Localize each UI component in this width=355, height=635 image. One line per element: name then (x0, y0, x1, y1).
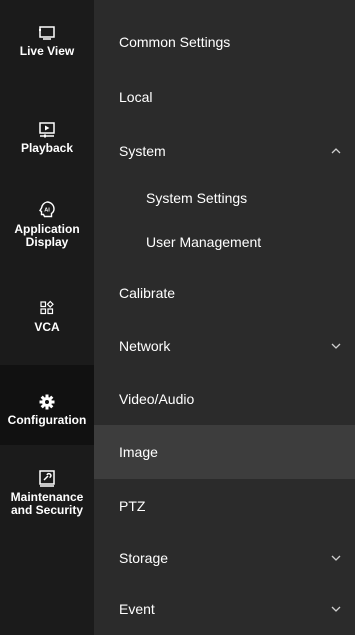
menu-item-label: Image (119, 444, 158, 460)
menu-item-local[interactable]: Local (94, 70, 355, 124)
nav-label-live-view: Live View (19, 44, 75, 58)
menu-item-network[interactable]: Network (94, 319, 355, 373)
chevron-down-icon[interactable] (329, 602, 343, 616)
maintenance-icon (36, 470, 58, 488)
menu-item-label: Storage (119, 550, 169, 566)
menu-item-event[interactable]: Event (94, 582, 355, 635)
menu-item-label: System Settings (146, 190, 248, 206)
menu-item-video-audio[interactable]: Video/Audio (94, 372, 355, 426)
vca-grid-icon (36, 300, 58, 318)
gear-icon (36, 393, 58, 411)
menu-item-ptz[interactable]: PTZ (94, 479, 355, 533)
menu-item-label: PTZ (119, 498, 146, 514)
menu-item-label: Event (119, 601, 155, 617)
menu-item-image[interactable]: Image (94, 425, 355, 479)
app-window: Live View Playback AI Application Displa… (0, 0, 355, 635)
configuration-submenu: Common Settings Local System System Sett… (94, 0, 355, 635)
nav-label-and-security: and Security (10, 503, 84, 517)
svg-text:AI: AI (44, 208, 50, 214)
menu-item-user-management[interactable]: User Management (94, 215, 355, 269)
menu-item-common-settings[interactable]: Common Settings (94, 15, 355, 69)
nav-item-vca[interactable]: VCA (0, 300, 94, 334)
menu-item-label: System (119, 143, 166, 159)
playback-icon (36, 121, 58, 139)
menu-item-calibrate[interactable]: Calibrate (94, 266, 355, 320)
monitor-icon (36, 24, 58, 42)
nav-item-application-display[interactable]: AI Application Display (0, 200, 94, 249)
nav-item-playback[interactable]: Playback (0, 121, 94, 155)
menu-item-label: User Management (146, 234, 262, 250)
nav-item-maintenance-security[interactable]: Maintenance and Security (0, 470, 94, 517)
menu-item-label: Video/Audio (119, 391, 195, 407)
nav-label-configuration: Configuration (7, 413, 87, 427)
nav-label-vca: VCA (34, 320, 60, 334)
main-nav-rail: Live View Playback AI Application Displa… (0, 0, 94, 635)
menu-item-label: Calibrate (119, 285, 176, 301)
nav-label-display: Display (25, 235, 69, 249)
menu-item-storage[interactable]: Storage (94, 531, 355, 585)
menu-item-system[interactable]: System (94, 124, 355, 178)
ai-icon: AI (36, 200, 58, 220)
nav-item-configuration[interactable]: Configuration (0, 365, 94, 445)
menu-item-label: Common Settings (119, 34, 231, 50)
menu-item-label: Network (119, 338, 171, 354)
nav-label-playback: Playback (20, 141, 74, 155)
chevron-down-icon[interactable] (329, 551, 343, 565)
chevron-down-icon[interactable] (329, 339, 343, 353)
nav-item-live-view[interactable]: Live View (0, 24, 94, 58)
menu-item-label: Local (119, 89, 153, 105)
chevron-up-icon[interactable] (329, 144, 343, 158)
